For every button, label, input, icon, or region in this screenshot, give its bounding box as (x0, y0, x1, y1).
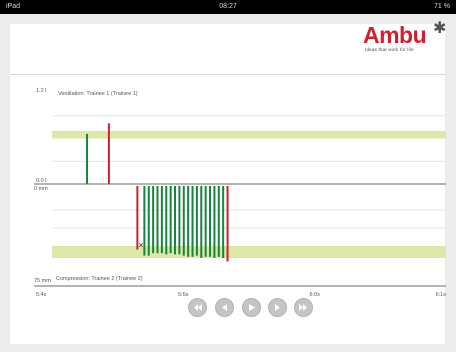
step-back-button[interactable] (215, 298, 234, 317)
play-button[interactable] (242, 298, 261, 317)
compression-bar-15 (200, 186, 203, 258)
skip-back-icon (194, 304, 202, 311)
compression-bar-14 (195, 186, 198, 256)
compression-bar-5 (156, 186, 159, 254)
ventilation-title: Ventilation: Trainee 1 (Trainee 1) (58, 91, 138, 97)
compression-bar-21 (226, 186, 229, 262)
ventilation-axis-bottom-label: 0.0 l (36, 178, 46, 184)
step-back-icon (222, 304, 227, 311)
compression-marker: × (138, 240, 143, 250)
compression-bar-8 (169, 186, 172, 254)
compression-title: Compression: Trainee 2 (Trainee 2) (56, 276, 143, 282)
step-forward-icon (275, 304, 280, 311)
compression-bar-3 (147, 186, 150, 256)
compression-bar-17 (209, 186, 212, 257)
compression-bar-19 (217, 186, 220, 257)
ventilation-target-band (52, 130, 446, 139)
compression-axis-bottom-label: 75 mm (34, 278, 51, 284)
compression-bar-4 (152, 186, 155, 254)
compression-bar-7 (165, 186, 168, 255)
compression-bar-18 (213, 186, 216, 258)
compression-bar-2 (143, 186, 146, 256)
compression-bar-10 (178, 186, 181, 255)
session-chart: Ventilation: Trainee 1 (Trainee 1) 1.2 l 0… (34, 88, 446, 298)
compression-bar-16 (204, 186, 207, 257)
compression-bar-6 (160, 186, 163, 254)
playback-controls (0, 298, 456, 320)
ventilation-bar-1 (107, 123, 110, 184)
ventilation-axis-top-label: 1.2 l (36, 88, 46, 94)
compression-axis-top-label: 0 mm (34, 186, 48, 192)
skip-back-button[interactable] (188, 298, 207, 317)
skip-forward-icon (299, 304, 307, 311)
step-forward-button[interactable] (268, 298, 287, 317)
compression-bar-11 (182, 186, 185, 256)
compression-bar-13 (191, 186, 194, 257)
compression-bar-12 (187, 186, 190, 257)
compression-bar-20 (222, 186, 225, 258)
compression-target-band (52, 246, 446, 258)
ventilation-bar-0 (86, 133, 89, 184)
skip-forward-button[interactable] (294, 298, 313, 317)
play-icon (249, 304, 255, 311)
compression-bar-9 (174, 186, 177, 255)
